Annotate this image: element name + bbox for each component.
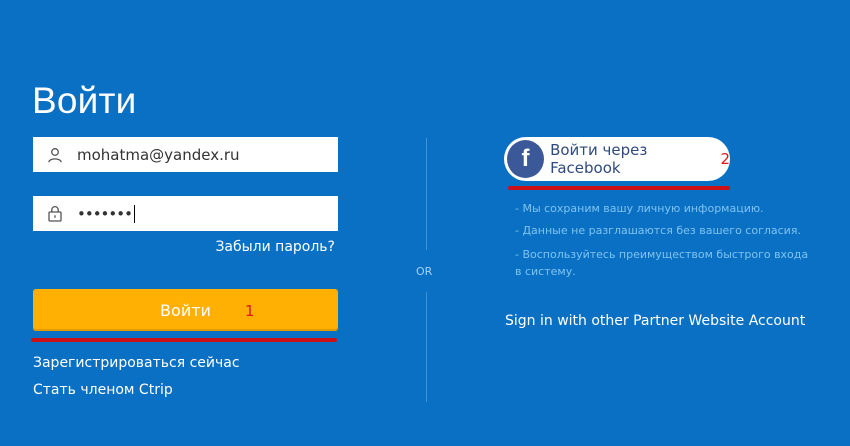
facebook-login-button[interactable]: f Войти через Facebook 2 (504, 137, 730, 181)
partner-signin-link[interactable]: Sign in with other Partner Website Accou… (505, 313, 805, 329)
email-field[interactable]: mohatma@yandex.ru (33, 137, 338, 172)
register-link[interactable]: Зарегистрироваться сейчас (33, 355, 240, 371)
password-value: ••••••• (77, 204, 133, 223)
text-caret (133, 204, 135, 223)
facebook-icon: f (507, 140, 545, 178)
highlight-underline-facebook (508, 186, 730, 190)
or-separator: OR (416, 265, 433, 278)
benefit-item: - Воспользуйтесь преимуществом быстрого … (515, 248, 809, 278)
divider-top (426, 138, 427, 250)
benefit-item: - Мы сохраним вашу личную информацию. (515, 202, 764, 215)
become-member-link[interactable]: Стать членом Ctrip (33, 382, 173, 398)
benefit-item: - Данные не разглашаются без вашего согл… (515, 224, 801, 237)
page-title: Войти (32, 80, 137, 121)
login-button[interactable]: Войти (33, 289, 338, 331)
divider-bottom (426, 292, 427, 402)
lock-icon (33, 196, 77, 231)
facebook-login-label: Войти через Facebook (550, 141, 648, 177)
user-icon (33, 137, 77, 172)
forgot-password-link[interactable]: Забыли пароль? (215, 239, 335, 255)
annotation-marker-2: 2 (720, 150, 730, 168)
email-value: mohatma@yandex.ru (77, 145, 240, 164)
annotation-marker-1: 1 (245, 302, 255, 320)
login-button-label: Войти (160, 300, 211, 320)
highlight-underline-login (31, 338, 337, 342)
password-field[interactable]: ••••••• (33, 196, 338, 231)
